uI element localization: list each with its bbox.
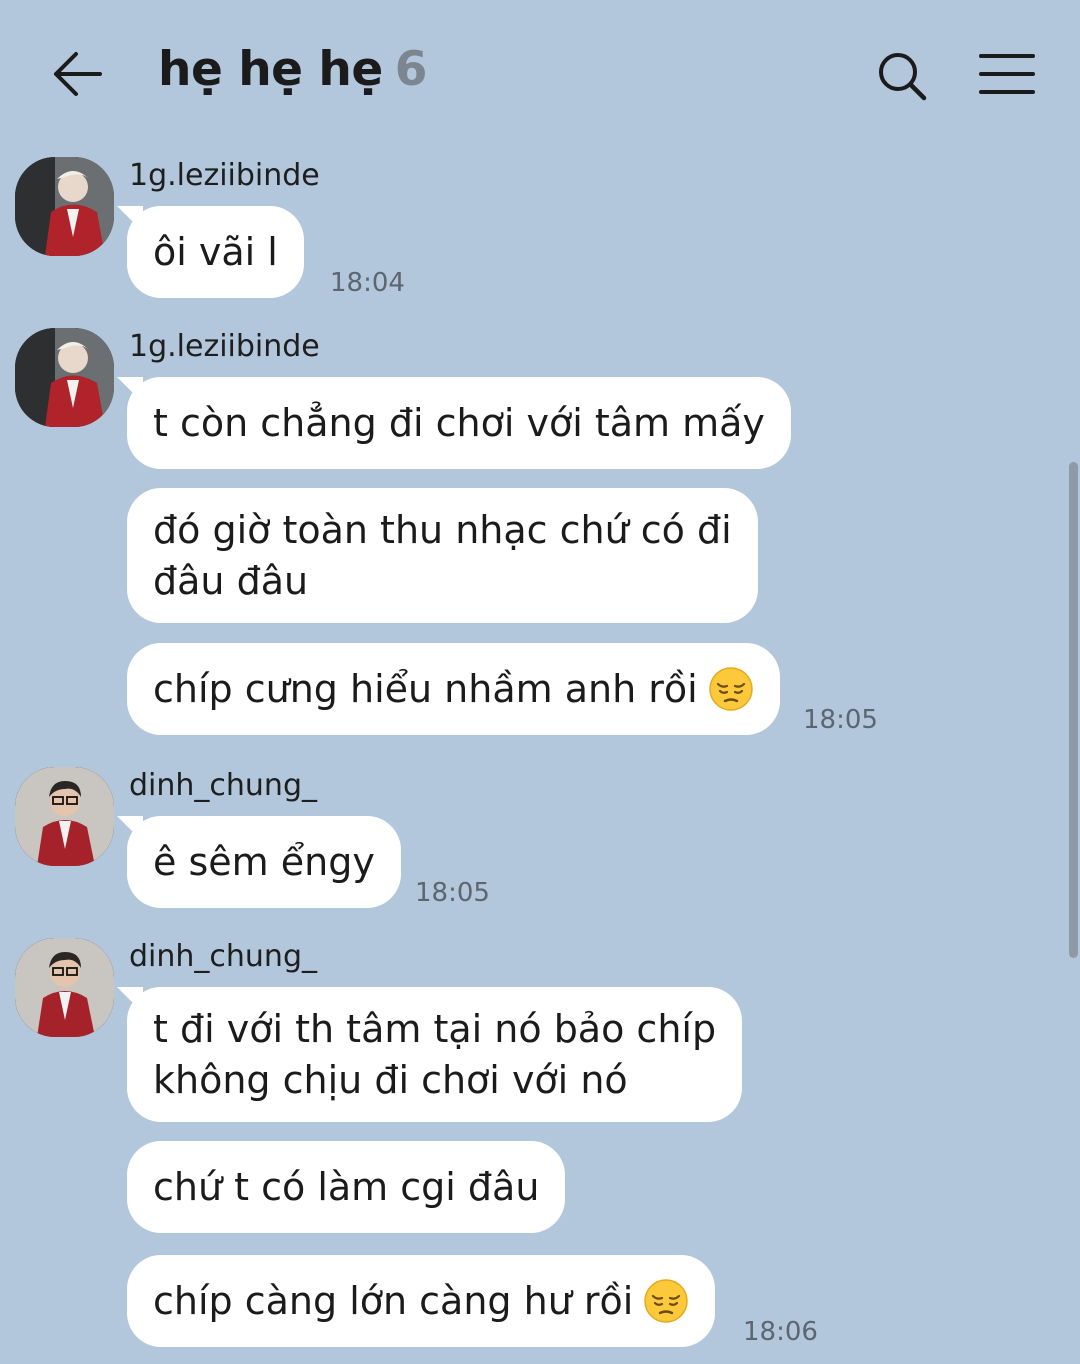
message-text: ôi vãi l <box>153 229 278 274</box>
message-timestamp: 18:04 <box>330 268 405 298</box>
message-timestamp: 18:06 <box>743 1317 818 1347</box>
back-button[interactable] <box>46 46 106 102</box>
message-bubble[interactable]: t còn chẳng đi chơi với tâm mấy <box>127 377 791 469</box>
message-text: chíp cưng hiểu nhầm anh rồi <box>153 666 698 711</box>
pensive-face-emoji <box>644 1279 689 1323</box>
avatar[interactable] <box>15 938 114 1037</box>
message-bubble[interactable]: ôi vãi l <box>127 206 304 298</box>
message-timestamp: 18:05 <box>803 705 878 735</box>
search-button[interactable] <box>872 46 932 106</box>
message-text: ê sêm ểngy <box>153 839 375 884</box>
sender-name: 1g.leziibinde <box>129 158 320 193</box>
message-timestamp: 18:05 <box>415 878 490 908</box>
chat-header: hẹ hẹ hẹ 6 <box>0 0 1080 150</box>
scrollbar-thumb[interactable] <box>1069 462 1078 958</box>
message-text: đó giờ toàn thu nhạc chứ có đi đâu đâu <box>153 507 732 603</box>
avatar[interactable] <box>15 157 114 256</box>
avatar[interactable] <box>15 328 114 427</box>
sender-name: dinh_chung_ <box>129 939 317 974</box>
message-text: t còn chẳng đi chơi với tâm mấy <box>153 400 765 445</box>
member-count: 6 <box>394 42 428 97</box>
message-bubble[interactable]: đó giờ toàn thu nhạc chứ có đi đâu đâu <box>127 488 758 623</box>
group-name: hẹ hẹ hẹ <box>158 42 383 97</box>
message-text: chứ t có làm cgi đâu <box>153 1164 540 1209</box>
sender-name: 1g.leziibinde <box>129 329 320 364</box>
chat-title[interactable]: hẹ hẹ hẹ 6 <box>158 42 427 97</box>
menu-button[interactable] <box>976 50 1038 100</box>
sender-name: dinh_chung_ <box>129 768 317 803</box>
message-bubble[interactable]: chứ t có làm cgi đâu <box>127 1141 566 1233</box>
message-text: t đi với th tâm tại nó bảo chíp không ch… <box>153 1006 717 1102</box>
search-icon <box>879 53 927 101</box>
message-bubble[interactable]: chíp cưng hiểu nhầm anh rồi <box>127 643 780 735</box>
pensive-face-emoji <box>708 667 753 711</box>
message-bubble[interactable]: chíp càng lớn càng hư rồi <box>127 1255 716 1347</box>
arrow-left-icon <box>54 52 102 96</box>
message-bubble[interactable]: t đi với th tâm tại nó bảo chíp không ch… <box>127 987 743 1122</box>
avatar[interactable] <box>15 767 114 866</box>
message-text: chíp càng lớn càng hư rồi <box>153 1278 634 1323</box>
hamburger-menu-icon <box>979 54 1035 94</box>
message-bubble[interactable]: ê sêm ểngy <box>127 816 401 908</box>
